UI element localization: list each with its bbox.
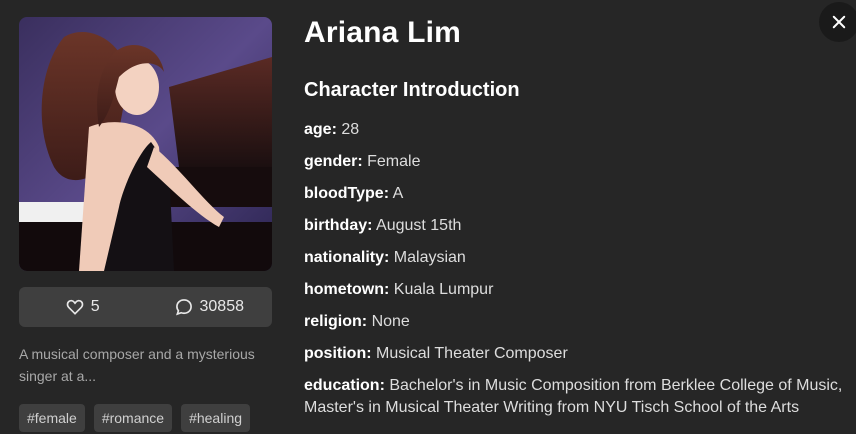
detail-key: birthday: [304,217,373,234]
detail-value: Kuala Lumpur [393,281,494,298]
tag-female[interactable]: #female [19,404,85,432]
detail-value: None [371,313,410,330]
close-icon [832,15,846,29]
close-button[interactable] [819,2,856,42]
detail-value: 28 [341,121,360,138]
detail-key: bloodType: [304,185,390,202]
detail-key: nationality: [304,249,390,266]
tag-list: #female #romance #healing [19,404,251,432]
character-details: age: 28 gender: Female bloodType: A birt… [304,119,849,429]
comment-button[interactable]: 30858 [146,297,273,317]
comment-bubble-icon [175,299,192,316]
detail-value: A [392,185,404,202]
detail-key: religion: [304,313,368,330]
detail-hometown: hometown: Kuala Lumpur [304,279,849,301]
section-title: Character Introduction [304,79,520,101]
detail-key: hometown: [304,281,390,298]
character-blurb: A musical composer and a mysterious sing… [19,346,255,384]
detail-blood-type: bloodType: A [304,183,849,205]
detail-religion: religion: None [304,311,849,333]
character-name: Ariana Lim [304,16,462,49]
like-button[interactable]: 5 [19,297,146,317]
detail-key: position: [304,345,372,362]
detail-value: August 15th [376,217,462,234]
detail-value: Musical Theater Composer [376,345,568,362]
heart-icon [66,299,84,315]
detail-key: education: [304,377,385,394]
character-detail-panel: 5 30858 A musical composer and a mysteri… [0,0,856,434]
detail-key: age: [304,121,337,138]
character-portrait [19,17,272,271]
detail-position: position: Musical Theater Composer [304,343,849,365]
detail-value: Female [367,153,421,170]
comment-count: 30858 [199,298,245,315]
detail-gender: gender: Female [304,151,849,173]
tag-healing[interactable]: #healing [181,404,251,432]
detail-nationality: nationality: Malaysian [304,247,849,269]
detail-birthday: birthday: August 15th [304,215,849,237]
detail-age: age: 28 [304,119,849,141]
detail-value: Bachelor's in Music Composition from Ber… [304,377,843,416]
detail-education: education: Bachelor's in Music Compositi… [304,375,849,419]
detail-key: gender: [304,153,363,170]
like-count: 5 [90,298,100,315]
engagement-stats: 5 30858 [19,287,272,327]
tag-romance[interactable]: #romance [93,404,173,432]
detail-value: Malaysian [393,249,466,266]
